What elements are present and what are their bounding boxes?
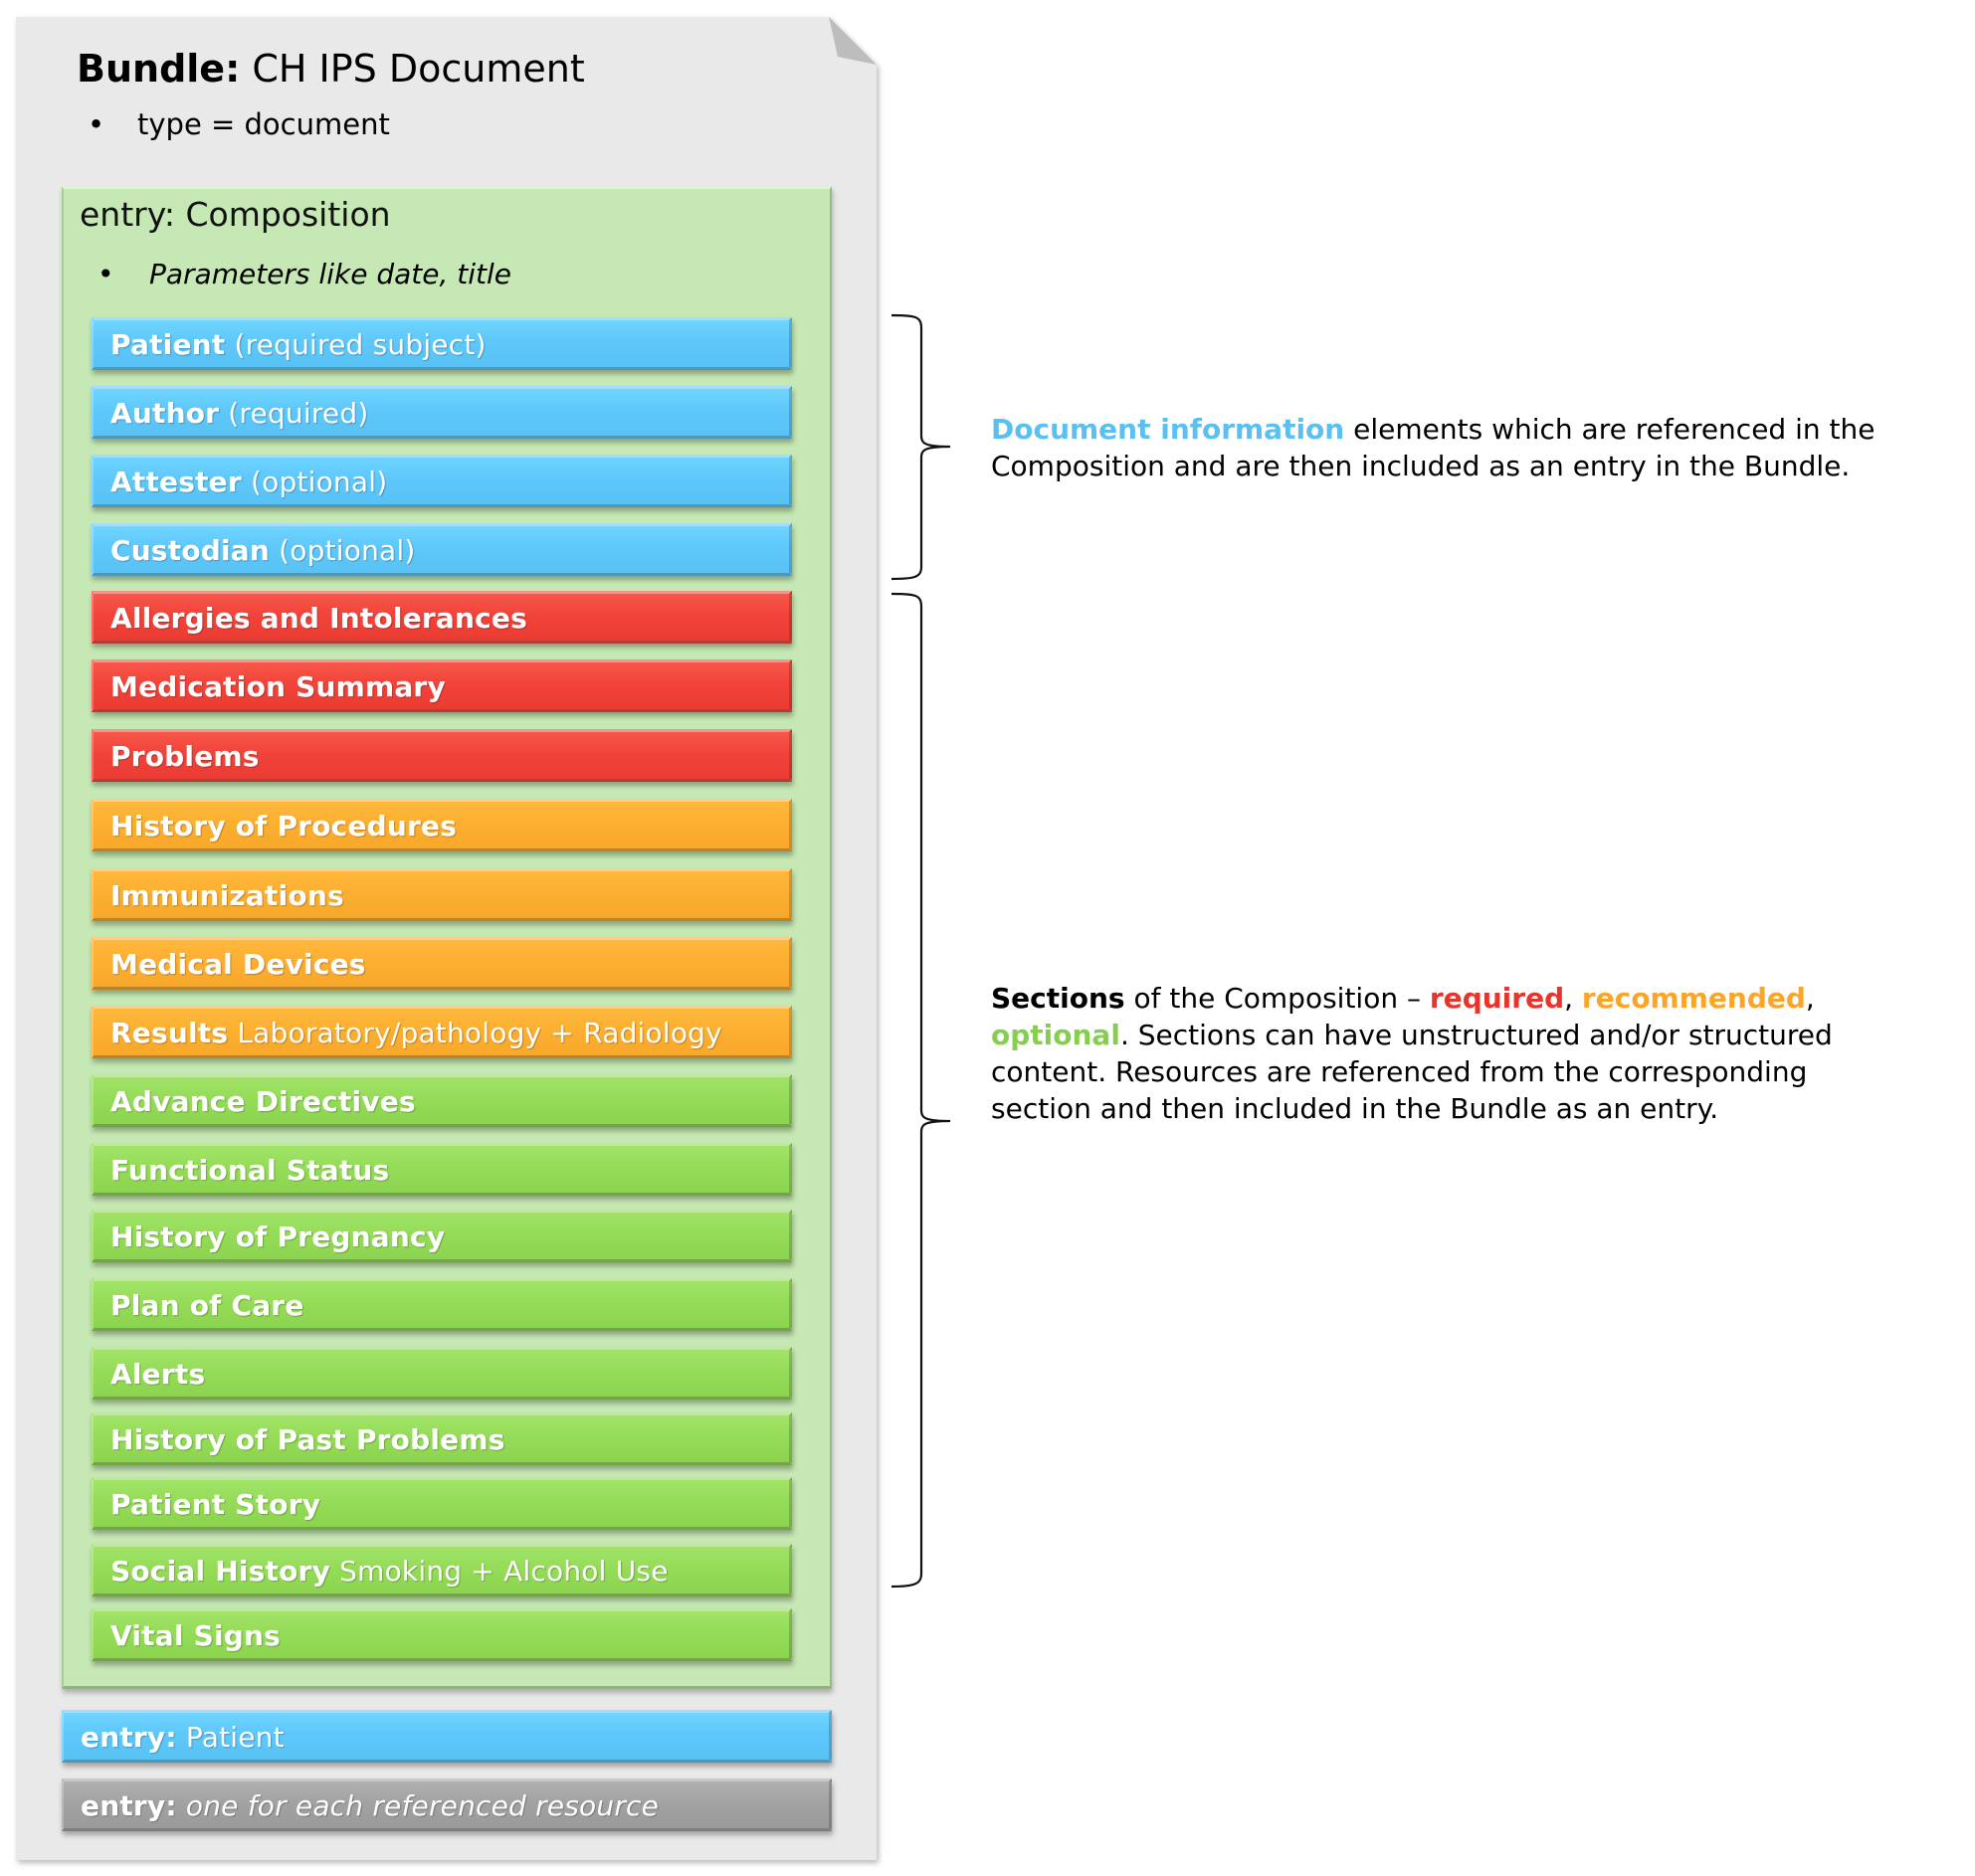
- section-bar: Patient Story: [92, 1477, 792, 1530]
- section-bar-title: Plan of Care: [110, 1289, 304, 1322]
- sections-line-4: section and then included in the Bundle …: [991, 1092, 1719, 1125]
- bullet-icon: •: [98, 258, 114, 290]
- section-bar: History of Pregnancy: [92, 1210, 792, 1262]
- legend-required: required: [1429, 982, 1565, 1015]
- section-bar-title: History of Procedures: [110, 810, 458, 843]
- document-info-bar-title: Attester: [110, 466, 242, 498]
- section-bar-title: Medication Summary: [110, 670, 446, 703]
- bundle-label: Bundle:: [77, 47, 241, 91]
- document-info-bar: Attester (optional): [92, 455, 792, 507]
- legend-optional: optional: [991, 1019, 1120, 1051]
- entry-bar: entry: Patient: [62, 1710, 832, 1763]
- sections-label: Sections: [991, 982, 1125, 1015]
- section-bar-title: History of Pregnancy: [110, 1220, 446, 1253]
- section-bar-title: Vital Signs: [110, 1619, 282, 1652]
- document-info-brace-icon: [890, 313, 951, 581]
- document-info-highlight: Document information: [991, 413, 1345, 446]
- document-info-note: Document information elements which are …: [991, 411, 1875, 484]
- section-bar-detail: Smoking + Alcohol Use: [339, 1555, 669, 1588]
- section-bar: Results Laboratory/pathology + Radiology: [92, 1006, 792, 1058]
- section-bar: Vital Signs: [92, 1608, 792, 1661]
- document-info-text: elements which are referenced in the: [1344, 413, 1876, 446]
- section-bar: History of Past Problems: [92, 1412, 792, 1465]
- document-info-bar-detail: (required subject): [234, 328, 487, 361]
- document-info-bar-detail: (optional): [251, 466, 388, 498]
- section-bar-title: Immunizations: [110, 879, 344, 912]
- section-bar: Allergies and Intolerances: [92, 591, 792, 644]
- document-info-line-1: Document information elements which are …: [991, 411, 1875, 448]
- document-info-line-2: Composition and are then included as an …: [991, 450, 1851, 482]
- separator: ,: [1805, 982, 1815, 1015]
- section-bar-title: Functional Status: [110, 1154, 390, 1187]
- entry-bar-detail: one for each referenced resource: [185, 1789, 660, 1822]
- sections-text: of the Composition –: [1124, 982, 1430, 1015]
- document-info-bar-detail: (optional): [279, 534, 416, 567]
- section-bar: History of Procedures: [92, 799, 792, 851]
- entry-bar-title: entry:: [81, 1721, 177, 1754]
- section-bar: Immunizations: [92, 868, 792, 921]
- section-bar: Social History Smoking + Alcohol Use: [92, 1544, 792, 1596]
- sections-line-2: optional. Sections can have unstructured…: [991, 1017, 1833, 1053]
- entry-bar: entry: one for each referenced resource: [62, 1779, 832, 1831]
- page-fold-icon: [829, 17, 877, 65]
- section-bar-title: Alerts: [110, 1358, 206, 1391]
- section-bar: Plan of Care: [92, 1278, 792, 1331]
- separator: ,: [1564, 982, 1582, 1015]
- section-bar-detail: Laboratory/pathology + Radiology: [237, 1017, 722, 1049]
- entry-bar-title: entry:: [81, 1789, 177, 1822]
- section-bar: Functional Status: [92, 1143, 792, 1196]
- sections-line-3: content. Resources are referenced from t…: [991, 1055, 1808, 1088]
- section-bar: Advance Directives: [92, 1074, 792, 1127]
- bullet-icon: •: [88, 107, 105, 141]
- sections-brace-icon: [890, 592, 951, 1589]
- document-info-bar-title: Patient: [110, 328, 226, 361]
- section-bar-title: Advance Directives: [110, 1085, 416, 1118]
- bundle-name: CH IPS Document: [252, 47, 585, 91]
- entry-bar-detail: Patient: [185, 1721, 285, 1754]
- section-bar: Problems: [92, 729, 792, 782]
- section-bar-title: Problems: [110, 740, 260, 773]
- composition-params: Parameters like date, title: [149, 258, 511, 290]
- bundle-type: type = document: [137, 107, 390, 141]
- sections-line-1: Sections of the Composition – required, …: [991, 980, 1833, 1017]
- sections-note: Sections of the Composition – required, …: [991, 980, 1833, 1127]
- document-info-bar: Patient (required subject): [92, 317, 792, 370]
- bundle-title: Bundle: CH IPS Document: [77, 47, 585, 91]
- document-info-bar-detail: (required): [228, 397, 369, 430]
- section-bar-title: Medical Devices: [110, 948, 366, 981]
- legend-recommended: recommended: [1581, 982, 1806, 1015]
- sections-text: . Sections can have unstructured and/or …: [1119, 1019, 1833, 1051]
- section-bar-title: Social History: [110, 1555, 331, 1588]
- section-bar: Medical Devices: [92, 937, 792, 990]
- document-info-bar-title: Author: [110, 397, 220, 430]
- section-bar-title: Patient Story: [110, 1488, 321, 1521]
- composition-title: entry: Composition: [80, 195, 391, 234]
- document-info-bar: Author (required): [92, 386, 792, 439]
- section-bar-title: History of Past Problems: [110, 1423, 505, 1456]
- section-bar: Medication Summary: [92, 659, 792, 712]
- section-bar-title: Results: [110, 1017, 229, 1049]
- document-info-bar: Custodian (optional): [92, 523, 792, 576]
- section-bar: Alerts: [92, 1347, 792, 1400]
- section-bar-title: Allergies and Intolerances: [110, 602, 527, 635]
- document-info-bar-title: Custodian: [110, 534, 271, 567]
